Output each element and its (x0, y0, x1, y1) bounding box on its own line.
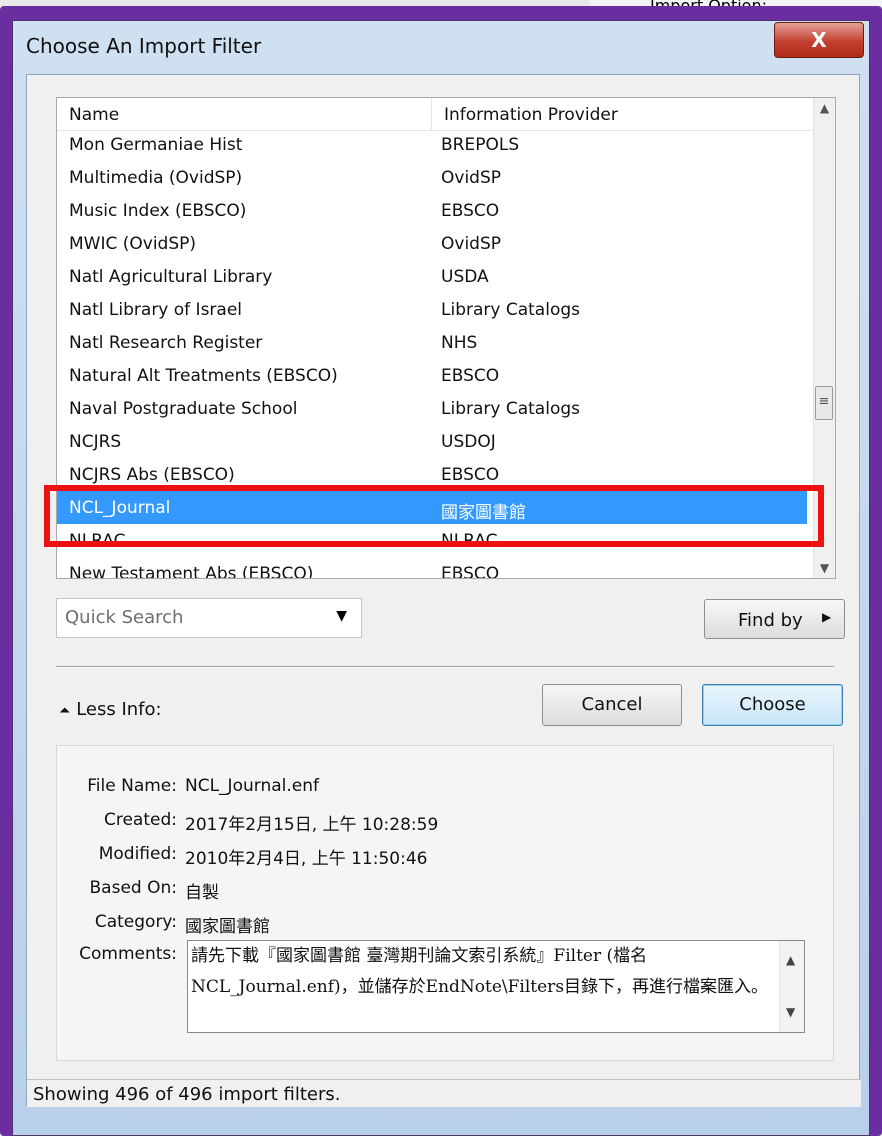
dropdown-arrow-icon: ▼ (336, 608, 347, 624)
table-row[interactable]: Natural Alt Treatments (EBSCO) EBSCO (57, 359, 807, 392)
scroll-up-icon[interactable]: ▲ (786, 945, 795, 976)
table-row[interactable]: Natl Library of Israel Library Catalogs (57, 293, 807, 326)
row-provider: USDOJ (441, 432, 496, 452)
collapse-up-icon: ⏶ (59, 703, 71, 719)
row-provider: NHS (441, 333, 478, 353)
less-info-label: Less Info: (76, 699, 162, 720)
modified-label: Modified: (98, 844, 177, 864)
row-name: Multimedia (OvidSP) (69, 168, 243, 188)
row-provider: Library Catalogs (441, 300, 580, 320)
dialog-title: Choose An Import Filter (26, 34, 262, 58)
triangle-right-icon: ▶ (822, 610, 832, 624)
file-name-label: File Name: (87, 776, 177, 796)
dialog-client: Name Information Provider Mon Germaniae … (26, 74, 861, 1107)
info-row-file-name: File Name: NCL_Journal.enf (57, 776, 833, 804)
table-row[interactable]: Mon Germaniae Hist BREPOLS (57, 130, 807, 161)
row-provider: EBSCO (441, 366, 500, 386)
row-provider: EBSCO (441, 465, 500, 485)
comments-label: Comments: (79, 944, 177, 964)
divider (56, 666, 834, 668)
info-row-created: Created: 2017年2月15日, 上午 10:28:59 (57, 810, 833, 838)
based-on-value: 自製 (185, 883, 219, 903)
info-row-modified: Modified: 2010年2月4日, 上午 11:50:46 (57, 844, 833, 872)
comments-textarea[interactable]: 請先下載『國家圖書館 臺灣期刊論文索引系統』Filter (檔名NCL_Jour… (187, 940, 805, 1033)
created-value: 2017年2月15日, 上午 10:28:59 (185, 815, 439, 835)
table-row[interactable]: Natl Research Register NHS (57, 326, 807, 359)
file-name-value: NCL_Journal.enf (185, 776, 319, 796)
close-button[interactable]: X (774, 22, 864, 58)
scroll-up-icon[interactable]: ▲ (814, 98, 835, 118)
status-bar: Showing 496 of 496 import filters. (27, 1079, 861, 1107)
row-provider: Library Catalogs (441, 399, 580, 419)
row-provider: EBSCO (441, 201, 500, 221)
row-name: New Testament Abs (EBSCO) (69, 564, 314, 578)
scroll-thumb[interactable]: ≡ (815, 386, 833, 420)
quick-search-dropdown[interactable]: Quick Search ▼ (56, 598, 362, 638)
list-header: Name Information Provider (57, 98, 815, 131)
filter-info-panel: File Name: NCL_Journal.enf Created: 2017… (56, 745, 834, 1061)
selection-highlight-box (44, 485, 824, 547)
category-label: Category: (94, 912, 177, 932)
table-row[interactable]: MWIC (OvidSP) OvidSP (57, 227, 807, 260)
cancel-button[interactable]: Cancel (542, 684, 682, 726)
table-row[interactable]: Naval Postgraduate School Library Catalog… (57, 392, 807, 425)
comments-scrollbar[interactable]: ▲ ▼ (779, 941, 804, 1032)
less-info-toggle[interactable]: ⏶ Less Info: (59, 699, 162, 720)
comments-text: 請先下載『國家圖書館 臺灣期刊論文索引系統』Filter (檔名NCL_Jour… (191, 946, 769, 997)
row-name: NCJRS (69, 432, 122, 452)
row-name: Natl Agricultural Library (69, 267, 273, 287)
created-label: Created: (103, 810, 177, 830)
scroll-down-icon[interactable]: ▼ (814, 558, 835, 578)
row-name: MWIC (OvidSP) (69, 234, 197, 254)
scroll-down-icon[interactable]: ▼ (786, 997, 795, 1028)
find-by-button[interactable]: Find by ▶ (704, 599, 845, 639)
choose-button[interactable]: Choose (702, 684, 843, 726)
table-row[interactable]: NCJRS USDOJ (57, 425, 807, 458)
row-name: Naval Postgraduate School (69, 399, 298, 419)
row-provider: USDA (441, 267, 489, 287)
info-row-based-on: Based On: 自製 (57, 878, 833, 906)
row-provider: BREPOLS (441, 135, 520, 155)
column-header-provider[interactable]: Information Provider (432, 98, 815, 130)
find-by-label: Find by (738, 610, 803, 631)
table-row[interactable]: Multimedia (OvidSP) OvidSP (57, 161, 807, 194)
row-name: NCJRS Abs (EBSCO) (69, 465, 235, 485)
row-provider: OvidSP (441, 168, 501, 188)
row-name: Natl Library of Israel (69, 300, 243, 320)
table-row[interactable]: Music Index (EBSCO) EBSCO (57, 194, 807, 227)
column-header-name[interactable]: Name (57, 98, 432, 130)
row-name: Mon Germaniae Hist (69, 135, 243, 155)
table-row[interactable]: New Testament Abs (EBSCO) EBSCO (57, 557, 807, 578)
modified-value: 2010年2月4日, 上午 11:50:46 (185, 849, 428, 869)
based-on-label: Based On: (89, 878, 177, 898)
row-name: Natl Research Register (69, 333, 263, 353)
row-provider: OvidSP (441, 234, 501, 254)
info-row-category: Category: 國家圖書館 (57, 912, 833, 940)
quick-search-placeholder: Quick Search (65, 607, 184, 628)
table-row[interactable]: Natl Agricultural Library USDA (57, 260, 807, 293)
row-provider: EBSCO (441, 564, 500, 578)
row-name: Music Index (EBSCO) (69, 201, 247, 221)
row-name: Natural Alt Treatments (EBSCO) (69, 366, 338, 386)
category-value: 國家圖書館 (185, 917, 270, 937)
